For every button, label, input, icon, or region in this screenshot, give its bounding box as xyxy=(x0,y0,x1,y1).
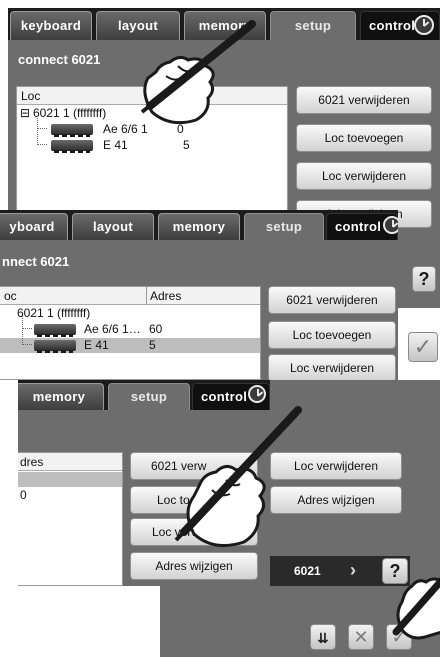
track-icon: ⇊ xyxy=(317,630,329,646)
help-button[interactable]: ? xyxy=(382,558,408,584)
tab-memory[interactable]: memory xyxy=(184,11,266,40)
tab-setup[interactable]: setup xyxy=(270,11,356,40)
loc-list[interactable]: dres 0 xyxy=(18,452,123,586)
locomotive-icon xyxy=(34,340,76,353)
list-header: dres xyxy=(18,453,122,471)
loc-name: E 41 xyxy=(103,138,128,152)
table-row-selected[interactable] xyxy=(18,472,122,487)
loc-name: E 41 xyxy=(84,338,109,352)
add-loc-button[interactable]: Loc toe xyxy=(130,486,258,514)
clock-icon[interactable] xyxy=(248,385,266,403)
track-button[interactable]: ⇊ xyxy=(310,624,336,650)
tree-connector xyxy=(37,116,47,129)
tab-control-label: control xyxy=(201,389,248,404)
loc-list[interactable]: oc Adres 6021 1 (ffffffff) Ae 6/6 1… 60 … xyxy=(0,286,261,380)
ok-button[interactable]: ✓ xyxy=(408,332,438,362)
screen-panel-2: yboard layout memory setup control nnect… xyxy=(0,210,398,380)
remove-loc-button[interactable]: Loc verwijderen xyxy=(296,162,432,190)
tree-connector xyxy=(37,130,47,145)
add-loc-button[interactable]: Loc toevoegen xyxy=(268,321,396,349)
remove-loc-button[interactable]: Loc verwijderen xyxy=(270,452,402,480)
list-header: oc Adres xyxy=(0,287,260,305)
table-row[interactable]: Ae 6/6 1 0 xyxy=(17,116,287,137)
loc-address: 60 xyxy=(149,322,163,336)
remove-6021-button[interactable]: 6021 verw xyxy=(130,452,258,480)
col-header-adres: Adres xyxy=(150,289,182,303)
tab-bar: yboard layout memory setup control xyxy=(0,210,398,240)
table-row[interactable]: 0 xyxy=(18,488,122,503)
clock-icon[interactable] xyxy=(383,216,398,234)
loc-address: 0 xyxy=(20,488,27,502)
tab-bar: keyboard layout memory setup control xyxy=(8,8,440,40)
cancel-button[interactable]: ✕ xyxy=(348,624,374,650)
tab-keyboard[interactable]: yboard xyxy=(0,213,68,240)
change-address-button[interactable]: Adres wijzigen xyxy=(270,486,402,514)
page-title: nnect 6021 xyxy=(2,254,70,269)
help-button[interactable]: ? xyxy=(412,266,436,292)
locomotive-icon xyxy=(51,124,93,137)
tab-setup[interactable]: setup xyxy=(108,383,190,410)
remove-loc-button[interactable]: Loc verwijderen xyxy=(268,354,396,380)
check-icon: ✓ xyxy=(391,627,407,647)
remove-6021-button[interactable]: 6021 verwijderen xyxy=(268,286,396,314)
tree-group-row[interactable]: 6021 1 (ffffffff) xyxy=(0,306,260,321)
remove-6021-button[interactable]: 6021 verwijderen xyxy=(296,86,432,114)
col-header-loc: oc xyxy=(4,289,17,303)
tab-control-label: control xyxy=(335,219,382,234)
tab-control-label: control xyxy=(369,18,416,33)
tree-connector xyxy=(22,316,32,329)
tab-layout[interactable]: layout xyxy=(96,11,180,40)
change-address-button[interactable]: Adres wijzigen xyxy=(130,552,258,580)
tab-layout[interactable]: layout xyxy=(72,213,154,240)
ok-button[interactable]: ✓ xyxy=(386,624,412,650)
loc-name: Ae 6/6 1 xyxy=(103,122,148,136)
col-header-loc: Loc xyxy=(21,89,41,103)
column-separator[interactable] xyxy=(146,287,147,305)
col-header-adres: dres xyxy=(20,455,44,469)
table-row[interactable]: E 41 5 xyxy=(17,130,287,153)
chevron-right-icon[interactable]: › xyxy=(350,560,356,581)
table-row-selected[interactable]: E 41 5 xyxy=(0,330,260,353)
tab-keyboard[interactable]: keyboard xyxy=(10,11,92,40)
loc-address: 5 xyxy=(149,338,156,352)
loc-name: Ae 6/6 1… xyxy=(84,322,141,336)
tree-group-row[interactable]: ⊟ 6021 1 (ffffffff) xyxy=(17,106,287,121)
loc-address: 0 xyxy=(177,122,184,136)
tree-connector xyxy=(22,330,32,345)
tab-memory[interactable]: memory xyxy=(18,383,104,410)
add-loc-button[interactable]: Loc toevoegen xyxy=(296,124,432,152)
tab-bar: memory setup control xyxy=(18,380,270,410)
device-label: 6021 xyxy=(294,564,321,578)
table-row[interactable]: Ae 6/6 1… 60 xyxy=(0,316,260,337)
list-header: Loc xyxy=(17,87,287,105)
tree-collapse-icon[interactable]: ⊟ xyxy=(20,106,30,121)
x-icon: ✕ xyxy=(353,627,369,647)
screen-panel-3: memory setup control dres 0 6021 verw Lo… xyxy=(18,380,270,586)
check-icon: ✓ xyxy=(413,334,433,359)
tab-setup[interactable]: setup xyxy=(244,213,324,240)
locomotive-icon xyxy=(34,324,76,337)
loc-address: 5 xyxy=(183,138,190,152)
page-title: connect 6021 xyxy=(18,52,101,67)
remove-loc-button[interactable]: Loc verwijderen xyxy=(130,518,258,546)
clock-icon[interactable] xyxy=(414,15,434,35)
tab-memory[interactable]: memory xyxy=(158,213,240,240)
locomotive-icon xyxy=(51,140,93,153)
